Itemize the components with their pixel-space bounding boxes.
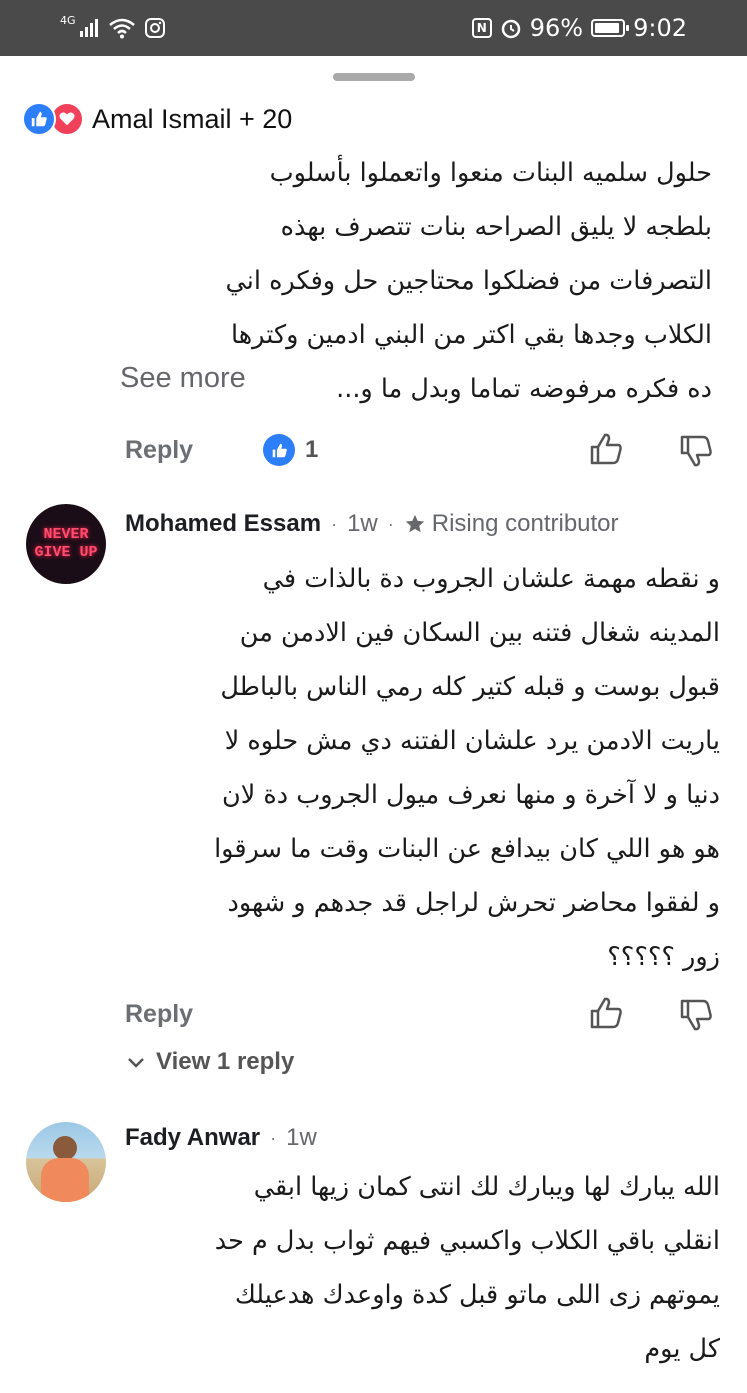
comment-line: حلول سلميه البنات منعوا واتعملوا بأسلوب bbox=[269, 158, 712, 188]
comment-line: ياريت الادمن يرد علشان الفتنه دي مش حلوه… bbox=[224, 726, 720, 756]
comment-line: الكلاب وجدها بقي اكتر من البني ادمين وكت… bbox=[230, 320, 712, 350]
comment-line: المدينه شغال فتنه بين السكان فين الادمن … bbox=[239, 618, 720, 648]
separator-dot: · bbox=[270, 1127, 277, 1148]
comment-actions: Reply bbox=[125, 994, 193, 1034]
instagram-icon bbox=[144, 18, 165, 38]
comment-line: بلطجه لا يليق الصراحه بنات تتصرف بهذه bbox=[280, 212, 712, 242]
drag-handle[interactable] bbox=[333, 73, 415, 81]
upvote-icon[interactable] bbox=[588, 431, 624, 467]
comment-line: الله يبارك لها ويبارك لك انتى كمان زيها … bbox=[253, 1172, 720, 1202]
view-replies-label: View 1 reply bbox=[156, 1048, 295, 1075]
see-more-link[interactable]: See more bbox=[120, 362, 246, 416]
comment-time: 1w bbox=[286, 1124, 317, 1151]
avatar[interactable] bbox=[26, 1122, 106, 1202]
like-count[interactable]: 1 bbox=[263, 432, 318, 468]
comment-body: الله يبارك لها ويبارك لك انتى كمان زيها … bbox=[120, 1160, 720, 1376]
comment-time: 1w bbox=[347, 510, 378, 537]
wifi-icon bbox=[108, 18, 135, 39]
avatar[interactable]: NEVER GIVE UP bbox=[26, 504, 106, 584]
comment-line: هو هو اللي كان بيدافع عن البنات وقت ما س… bbox=[214, 834, 720, 864]
author-name[interactable]: Mohamed Essam bbox=[125, 510, 321, 538]
comment-line: قبول بوست و قبله كتير كله رمي الناس بالب… bbox=[220, 672, 720, 702]
comment-header: Mohamed Essam · 1w · Rising contributor bbox=[125, 508, 619, 540]
author-name[interactable]: Fady Anwar bbox=[125, 1124, 260, 1152]
alarm-icon bbox=[501, 19, 520, 39]
comment-last-line: See more ده فكره مرفوضه تماما وبدل ما و.… bbox=[120, 362, 712, 416]
avatar-text: NEVER bbox=[43, 526, 89, 543]
upvote-icon[interactable] bbox=[588, 995, 624, 1031]
downvote-icon[interactable] bbox=[678, 433, 714, 469]
separator-dot: · bbox=[387, 513, 394, 534]
comment-line: يموتهم زى اللى ماتو قبل كدة واوعدك هدعيل… bbox=[234, 1280, 720, 1310]
comment-line: انقلي باقي الكلاب واكسبي فيهم ثواب بدل م… bbox=[214, 1226, 720, 1256]
comment-line: زور ؟؟؟؟؟ bbox=[607, 942, 720, 972]
comment-line: ده فكره مرفوضه تماما وبدل ما و... bbox=[336, 374, 712, 404]
nfc-icon: N bbox=[471, 18, 492, 38]
comment-line: و نقطه مهمة علشان الجروب دة بالذات في bbox=[262, 564, 720, 594]
network-type: 4G bbox=[60, 13, 76, 27]
signal-icon bbox=[79, 19, 98, 37]
reactors-names[interactable]: Amal Ismail + 20 bbox=[92, 104, 292, 135]
like-count-value: 1 bbox=[305, 436, 319, 463]
battery-icon bbox=[591, 19, 630, 37]
like-reaction-icon bbox=[22, 102, 56, 136]
comment-body: و نقطه مهمة علشان الجروب دة بالذات في ال… bbox=[120, 552, 720, 984]
reply-button[interactable]: Reply bbox=[125, 436, 193, 465]
badge-label: Rising contributor bbox=[431, 510, 619, 537]
chevron-down-icon bbox=[128, 1058, 144, 1068]
status-right: N 96% 9:02 bbox=[471, 12, 687, 44]
view-replies-button[interactable]: View 1 reply bbox=[126, 1048, 294, 1076]
separator-dot: · bbox=[331, 513, 338, 534]
comment-actions: Reply bbox=[125, 430, 193, 470]
downvote-icon[interactable] bbox=[678, 997, 714, 1033]
like-reaction-icon bbox=[263, 434, 295, 466]
avatar-text: GIVE UP bbox=[34, 544, 98, 561]
comment-line: التصرفات من فضلكوا محتاجين حل وفكره اني bbox=[225, 266, 712, 296]
status-bar: 4G N 96% 9:02 bbox=[0, 0, 747, 56]
status-left: 4G bbox=[60, 12, 166, 44]
battery-percent: 96% bbox=[529, 14, 584, 42]
comment-line: كل يوم bbox=[644, 1334, 720, 1364]
reactors-row[interactable]: Amal Ismail + 20 bbox=[22, 100, 292, 138]
contributor-badge: Rising contributor bbox=[404, 510, 619, 538]
star-icon bbox=[405, 514, 424, 533]
comment-line: دنيا و لا آخرة و منها نعرف ميول الجروب د… bbox=[222, 780, 720, 810]
comment-line: و لفقوا محاضر تحرش لراجل قد جدهم و شهود bbox=[227, 888, 720, 918]
comment-body: حلول سلميه البنات منعوا واتعملوا بأسلوب … bbox=[120, 146, 712, 416]
comment-header: Fady Anwar · 1w bbox=[125, 1122, 317, 1154]
clock: 9:02 bbox=[633, 14, 687, 42]
reply-button[interactable]: Reply bbox=[125, 1000, 193, 1029]
